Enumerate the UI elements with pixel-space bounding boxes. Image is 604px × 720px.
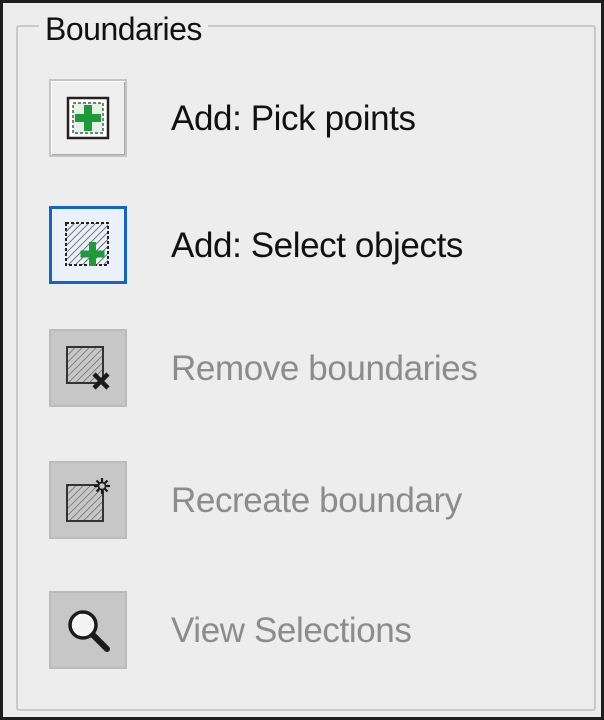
- remove-boundaries-icon: [64, 344, 112, 392]
- recreate-boundary-button[interactable]: [49, 461, 127, 539]
- add-pick-points-button[interactable]: [49, 79, 127, 157]
- add-pick-points-row[interactable]: Add: Pick points: [49, 79, 579, 161]
- remove-boundaries-button[interactable]: [49, 329, 127, 407]
- view-selections-row[interactable]: View Selections: [49, 591, 579, 673]
- boundaries-panel: Boundaries Add: Pick points Add: Select …: [0, 0, 604, 720]
- add-pick-points-label: Add: Pick points: [171, 99, 416, 138]
- add-select-objects-icon: [63, 220, 113, 270]
- add-pick-points-icon: [65, 95, 111, 141]
- recreate-boundary-icon: [64, 476, 112, 524]
- group-title: Boundaries: [39, 9, 208, 49]
- add-select-objects-button[interactable]: [49, 206, 127, 284]
- view-selections-label: View Selections: [171, 611, 412, 650]
- add-select-objects-label: Add: Select objects: [171, 226, 464, 265]
- recreate-boundary-label: Recreate boundary: [171, 481, 462, 520]
- magnifier-icon: [64, 606, 112, 654]
- add-select-objects-row[interactable]: Add: Select objects: [49, 206, 579, 288]
- recreate-boundary-row[interactable]: Recreate boundary: [49, 461, 579, 543]
- remove-boundaries-label: Remove boundaries: [171, 349, 478, 388]
- remove-boundaries-row[interactable]: Remove boundaries: [49, 329, 579, 411]
- view-selections-button[interactable]: [49, 591, 127, 669]
